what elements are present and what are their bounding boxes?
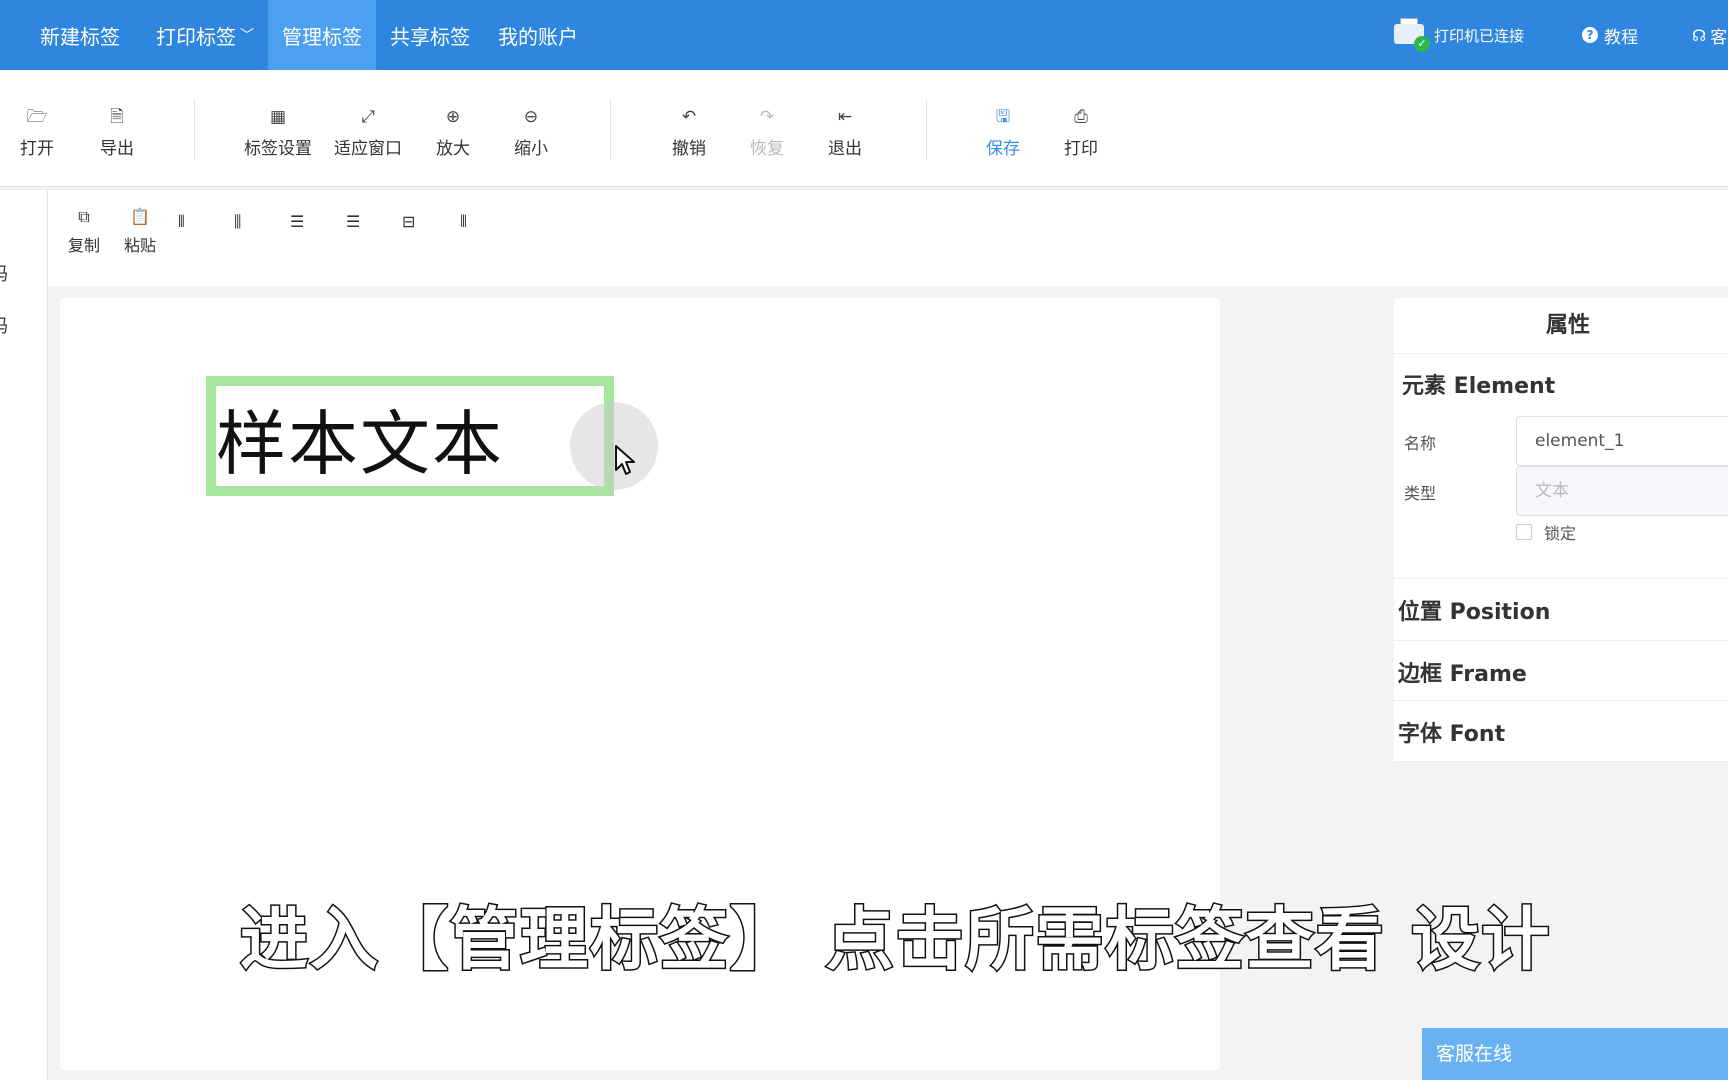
exit-icon: ⇤ <box>837 107 853 127</box>
clipboard-icon: 📋 <box>130 207 150 226</box>
lock-checkbox[interactable] <box>1516 524 1532 540</box>
nav-share-label[interactable]: 共享标签 <box>376 0 484 70</box>
zoom-out-icon: ⊖ <box>523 107 539 127</box>
subtitle-caption: 进入【管理标签】 点击所需标签查看 设计 <box>238 900 1552 982</box>
export-icon: 🗎 <box>110 107 124 127</box>
edit-toolbar: ⧉ 复制 📋 粘贴 <box>48 190 1728 286</box>
folder-open-icon: 🗁 <box>26 107 48 127</box>
section-divider <box>1394 761 1728 762</box>
nav-print-label[interactable]: 打印标签 ﹀ <box>142 0 268 70</box>
type-label: 类型 <box>1404 484 1437 503</box>
customer-service-online-button[interactable]: 客服在线 <box>1422 1028 1728 1080</box>
save-button[interactable]: 🖫 保存 <box>986 106 1020 159</box>
copy-icon: ⧉ <box>78 207 90 226</box>
align-left-icon[interactable]: ☰ <box>290 212 304 231</box>
expand-icon: ⤢ <box>361 107 375 127</box>
section-font[interactable]: 字体 Font <box>1398 716 1505 748</box>
align-bottom-icon[interactable]: ⫼ <box>234 212 241 232</box>
align-right-icon[interactable]: ☰ <box>346 212 360 231</box>
lock-label: 锁定 <box>1544 524 1577 543</box>
lock-checkbox-row[interactable]: 锁定 <box>1516 520 1576 544</box>
nav-right-group: ✓ 打印机已连接 ? 教程 ☊ 客 <box>1392 0 1728 70</box>
main-toolbar: 🗁 打开 🗎 导出 ▦ 标签设置 ⤢ 适应窗口 ⊕ 放大 ⊖ 缩小 ↶ 撤销 ↷… <box>0 70 1728 187</box>
printer-status-text: 打印机已连接 <box>1433 26 1524 45</box>
customer-service-label: 客 <box>1710 27 1728 48</box>
element-type-input: 文本 <box>1516 466 1728 516</box>
headset-icon: ☊ <box>1692 25 1707 45</box>
mouse-pointer-icon <box>615 445 635 475</box>
nav-manage-label[interactable]: 管理标签 <box>268 0 376 70</box>
left-sidebar: 码 码 <box>0 190 48 1080</box>
export-button[interactable]: 🗎 导出 <box>100 106 134 159</box>
toolbar-divider <box>194 100 195 160</box>
top-navbar: 新建标签 打印标签 ﹀ 管理标签 共享标签 我的账户 ✓ 打印机已连接 ? 教程 … <box>0 0 1728 70</box>
section-divider <box>1394 700 1728 701</box>
printer-connected-icon: ✓ <box>1392 18 1430 52</box>
zoom-in-icon: ⊕ <box>445 107 461 127</box>
section-position[interactable]: 位置 Position <box>1398 594 1550 626</box>
undo-button[interactable]: ↶ 撤销 <box>672 106 706 159</box>
label-settings-button[interactable]: ▦ 标签设置 <box>244 106 312 159</box>
toolbar-divider <box>610 100 611 160</box>
printer-status[interactable]: ✓ 打印机已连接 <box>1392 18 1524 52</box>
zoom-out-button[interactable]: ⊖ 缩小 <box>514 106 548 159</box>
section-divider <box>1394 640 1728 641</box>
save-icon: 🖫 <box>995 107 1011 127</box>
exit-button[interactable]: ⇤ 退出 <box>828 106 862 159</box>
help-icon: ? <box>1582 27 1598 43</box>
grid-icon: ▦ <box>269 107 287 127</box>
nav-my-account[interactable]: 我的账户 <box>484 0 592 70</box>
chevron-down-icon: ﹀ <box>240 28 254 44</box>
sidebar-item-label[interactable]: 码 <box>0 260 8 286</box>
sidebar-item-label[interactable]: 码 <box>0 312 8 338</box>
properties-title: 属性 <box>1394 298 1728 354</box>
open-button[interactable]: 🗁 打开 <box>20 106 54 159</box>
section-element[interactable]: 元素 Element <box>1398 368 1555 400</box>
toolbar-divider <box>926 100 927 160</box>
element-name-input[interactable]: element_1 <box>1516 416 1728 466</box>
text-element-selected[interactable]: 样本文本 <box>206 376 614 496</box>
align-top-icon[interactable]: ⫴ <box>178 212 185 232</box>
properties-panel: 属性 元素 Element 名称 element_1 类型 文本 锁定 位置 P… <box>1394 298 1728 762</box>
name-label: 名称 <box>1404 434 1437 453</box>
redo-button[interactable]: ↷ 恢复 <box>750 106 784 159</box>
tutorial-link[interactable]: ? 教程 <box>1582 23 1638 48</box>
undo-icon: ↶ <box>681 107 697 127</box>
paste-button[interactable]: 📋 粘贴 <box>124 206 156 256</box>
zoom-in-button[interactable]: ⊕ 放大 <box>436 106 470 159</box>
tutorial-label: 教程 <box>1604 27 1638 48</box>
sample-text: 样本文本 <box>216 403 504 485</box>
nav-new-label[interactable]: 新建标签 <box>0 0 142 70</box>
customer-service-link[interactable]: ☊ 客 <box>1692 23 1728 48</box>
align-center-horizontal-icon[interactable]: ⦀ <box>460 212 467 232</box>
print-button[interactable]: ⎙ 打印 <box>1064 106 1098 159</box>
section-divider <box>1394 578 1728 579</box>
redo-icon: ↷ <box>759 107 775 127</box>
printer-icon: ⎙ <box>1074 107 1088 127</box>
copy-button[interactable]: ⧉ 复制 <box>68 206 100 256</box>
section-frame[interactable]: 边框 Frame <box>1398 656 1527 688</box>
fit-window-button[interactable]: ⤢ 适应窗口 <box>334 106 402 159</box>
align-center-vertical-icon[interactable]: ⊟ <box>402 212 415 231</box>
